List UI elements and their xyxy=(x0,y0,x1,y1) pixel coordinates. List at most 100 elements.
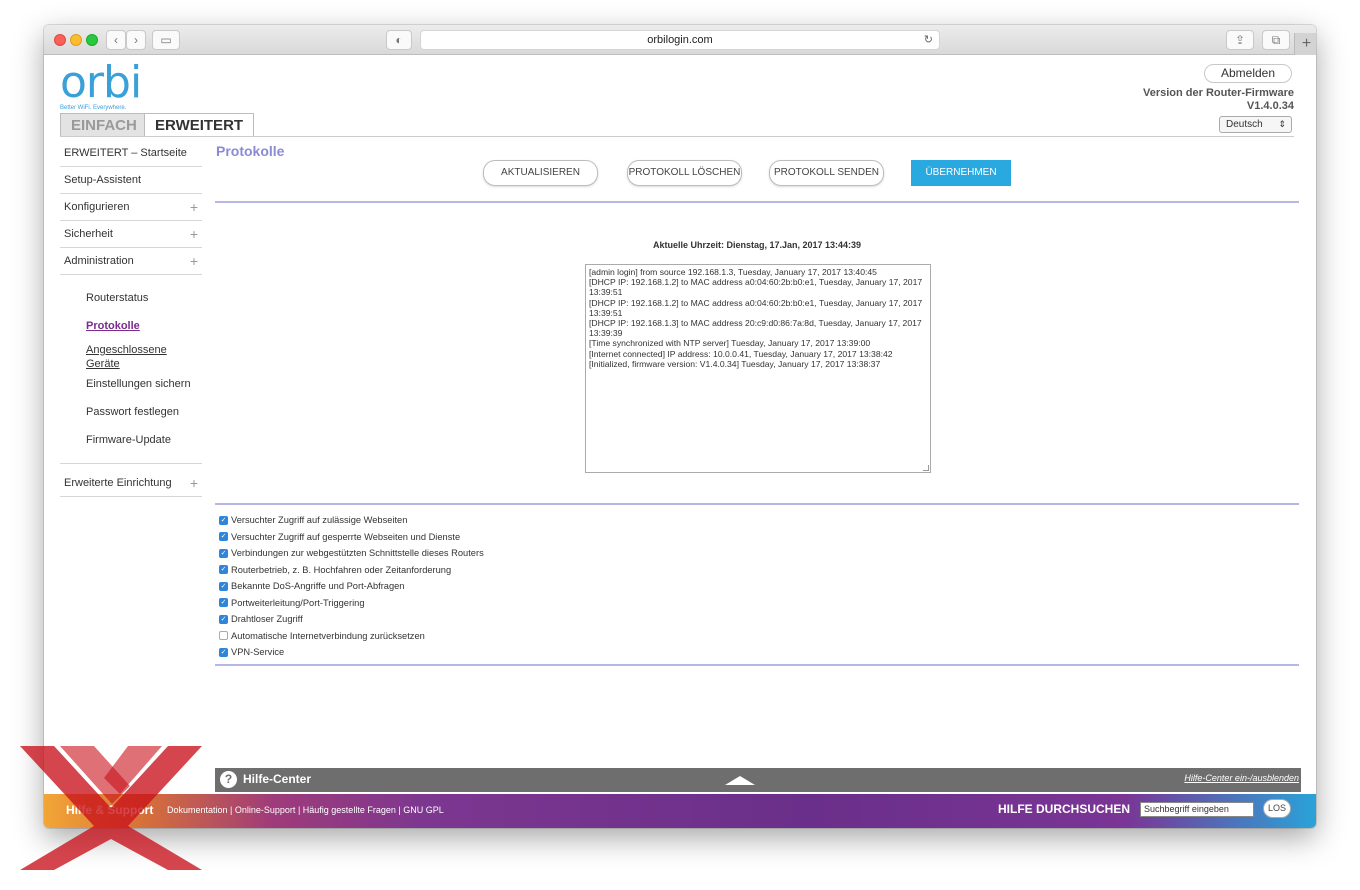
expand-plus-icon[interactable]: + xyxy=(190,194,198,220)
checkbox-checked[interactable]: ✓ xyxy=(219,614,228,624)
log-line: [DHCP IP: 192.168.1.2] to MAC address a0… xyxy=(589,277,923,298)
checkbox-row[interactable]: ✓ VPN-Service xyxy=(219,644,484,661)
firmware-info: Version der Router-Firmware V1.4.0.34 xyxy=(1143,87,1294,113)
current-time: Aktuelle Uhrzeit: Dienstag, 17.Jan, 2017… xyxy=(652,240,862,250)
checkbox-label: Routerbetrieb, z. B. Hochfahren oder Zei… xyxy=(231,564,452,575)
sidebar-item-advanced-setup[interactable]: Erweiterte Einrichtung + xyxy=(60,470,202,497)
checkbox-checked[interactable]: ✓ xyxy=(219,532,228,542)
help-center-toggle-link[interactable]: Hilfe-Center ein-/ausblenden xyxy=(1184,773,1299,783)
footer-link-documentation[interactable]: Dokumentation xyxy=(167,805,228,815)
section-divider xyxy=(215,503,1299,505)
subitem-label: Firmware-Update xyxy=(86,434,171,446)
checkbox-row[interactable]: ✓ Versuchter Zugriff auf gesperrte Websei… xyxy=(219,529,484,546)
checkbox-checked[interactable]: ✓ xyxy=(219,515,228,525)
back-button[interactable]: ‹ xyxy=(106,30,126,50)
orbi-logo: orbi Better WiFi. Everywhere. xyxy=(60,61,142,112)
checkbox-row[interactable]: ✓ Portweiterleitung/Port-Triggering xyxy=(219,595,484,612)
share-button[interactable]: ⇪ xyxy=(1226,30,1254,50)
sidebar-subitem-firmware-update[interactable]: Firmware-Update xyxy=(60,427,202,455)
checkbox-label: Versuchter Zugriff auf zulässige Webseit… xyxy=(231,515,408,526)
logout-button[interactable]: Abmelden xyxy=(1204,64,1292,83)
footer-link-online-support[interactable]: Online-Support xyxy=(235,805,296,815)
help-search-input[interactable]: Suchbegriff eingeben xyxy=(1140,802,1254,817)
url-text: orbilogin.com xyxy=(647,34,713,46)
checkbox-unchecked[interactable] xyxy=(219,631,228,641)
checkbox-checked[interactable]: ✓ xyxy=(219,598,228,608)
checkbox-row[interactable]: ✓ Versuchter Zugriff auf zulässige Websei… xyxy=(219,512,484,529)
checkbox-row[interactable]: ✓ Drahtloser Zugriff xyxy=(219,611,484,628)
sidebar-toggle-button[interactable]: ▭ xyxy=(152,30,180,50)
reload-icon[interactable]: ↻ xyxy=(924,31,933,49)
tab-basic[interactable]: EINFACH xyxy=(60,113,148,137)
resize-handle-icon[interactable] xyxy=(923,465,929,471)
sidebar-item-advanced-home[interactable]: ERWEITERT – Startseite xyxy=(60,140,202,167)
forward-button[interactable]: › xyxy=(126,30,146,50)
tab-advanced[interactable]: ERWEITERT xyxy=(144,113,255,137)
checkbox-label: Versuchter Zugriff auf gesperrte Webseit… xyxy=(231,531,461,542)
sidebar-item-administration[interactable]: Administration + xyxy=(60,248,202,275)
sidebar-subitem-set-password[interactable]: Passwort festlegen xyxy=(60,399,202,427)
new-tab-button[interactable]: + xyxy=(1294,33,1316,55)
tabs-overview-button[interactable]: ⧉ xyxy=(1262,30,1290,50)
subitem-label: Protokolle xyxy=(86,320,140,332)
footer-title: Hilfe & Support xyxy=(66,803,154,817)
reader-toggle-button[interactable]: ◐ xyxy=(386,30,412,50)
section-divider xyxy=(215,201,1299,203)
help-search-label: HILFE DURCHSUCHEN xyxy=(998,802,1130,816)
send-log-button[interactable]: PROTOKOLL SENDEN xyxy=(769,160,884,186)
zoom-window-button[interactable] xyxy=(86,34,98,46)
select-arrows-icon: ⇕ xyxy=(1278,119,1286,129)
checkbox-checked[interactable]: ✓ xyxy=(219,548,228,558)
checkbox-row[interactable]: ✓ Routerbetrieb, z. B. Hochfahren oder Ze… xyxy=(219,562,484,579)
help-center-bar: ? Hilfe-Center Hilfe-Center ein-/ausblen… xyxy=(215,768,1301,792)
minimize-window-button[interactable] xyxy=(70,34,82,46)
refresh-button[interactable]: AKTUALISIEREN xyxy=(483,160,598,186)
checkbox-checked[interactable]: ✓ xyxy=(219,581,228,591)
sidebar-item-configure[interactable]: Konfigurieren + xyxy=(60,194,202,221)
sidebar-subitem-router-status[interactable]: Routerstatus xyxy=(60,285,202,313)
language-value: Deutsch xyxy=(1226,119,1263,130)
expand-up-icon[interactable] xyxy=(725,776,755,785)
browser-titlebar: ‹ › ▭ ◐ orbilogin.com ↻ ⇪ ⧉ + xyxy=(44,25,1316,55)
apply-button[interactable]: ÜBERNEHMEN xyxy=(911,160,1011,186)
checkbox-label: Automatische Internetverbindung zurückse… xyxy=(231,630,425,641)
sidebar-subitem-backup-settings[interactable]: Einstellungen sichern xyxy=(60,371,202,399)
clear-log-button[interactable]: PROTOKOLL LÖSCHEN xyxy=(627,160,742,186)
checkbox-label: VPN-Service xyxy=(231,647,285,658)
log-line: [DHCP IP: 192.168.1.3] to MAC address 20… xyxy=(589,318,922,339)
sidebar-subitem-attached-devices[interactable]: Angeschlossene Geräte xyxy=(60,343,202,371)
checkbox-row[interactable]: Automatische Internetverbindung zurückse… xyxy=(219,628,484,645)
checkbox-checked[interactable]: ✓ xyxy=(219,647,228,657)
sidebar: ERWEITERT – Startseite Setup-Assistent K… xyxy=(60,140,202,497)
language-select[interactable]: Deutsch ⇕ xyxy=(1219,116,1292,133)
expand-plus-icon[interactable]: + xyxy=(190,248,198,274)
checkbox-label: Bekannte DoS-Angriffe und Port-Abfragen xyxy=(231,581,405,592)
help-search-go-button[interactable]: LOS xyxy=(1263,799,1291,818)
close-window-button[interactable] xyxy=(54,34,66,46)
log-textarea[interactable]: [admin login] from source 192.168.1.3, T… xyxy=(585,264,931,473)
expand-plus-icon[interactable]: + xyxy=(190,221,198,247)
log-line: [admin login] from source 192.168.1.3, T… xyxy=(589,267,877,277)
firmware-version: V1.4.0.34 xyxy=(1246,100,1294,112)
subitem-label: Passwort festlegen xyxy=(86,406,179,418)
subitem-label: Routerstatus xyxy=(86,292,149,304)
sidebar-item-security[interactable]: Sicherheit + xyxy=(60,221,202,248)
sidebar-item-setup-wizard[interactable]: Setup-Assistent xyxy=(60,167,202,194)
checkbox-row[interactable]: ✓ Verbindungen zur webgestützten Schnitts… xyxy=(219,545,484,562)
firmware-label: Version der Router-Firmware xyxy=(1143,87,1294,99)
checkbox-row[interactable]: ✓ Bekannte DoS-Angriffe und Port-Abfragen xyxy=(219,578,484,595)
administration-submenu: Routerstatus Protokolle Angeschlossene G… xyxy=(60,275,202,464)
checkbox-checked[interactable]: ✓ xyxy=(219,565,228,575)
header-divider xyxy=(60,136,1294,137)
footer-link-gpl[interactable]: GNU GPL xyxy=(403,805,444,815)
sidebar-item-label: Administration xyxy=(64,255,134,267)
footer-link-faq[interactable]: Häufig gestellte Fragen xyxy=(303,805,396,815)
log-line: [Time synchronized with NTP server] Tues… xyxy=(589,338,871,349)
expand-plus-icon[interactable]: + xyxy=(190,470,198,496)
address-bar[interactable]: orbilogin.com ↻ xyxy=(420,30,940,50)
section-divider xyxy=(215,664,1299,666)
sidebar-subitem-logs[interactable]: Protokolle xyxy=(60,313,202,341)
sidebar-item-label: Konfigurieren xyxy=(64,201,130,213)
sidebar-item-label: ERWEITERT – Startseite xyxy=(64,147,187,159)
footer-links: Dokumentation | Online-Support | Häufig … xyxy=(167,805,444,815)
